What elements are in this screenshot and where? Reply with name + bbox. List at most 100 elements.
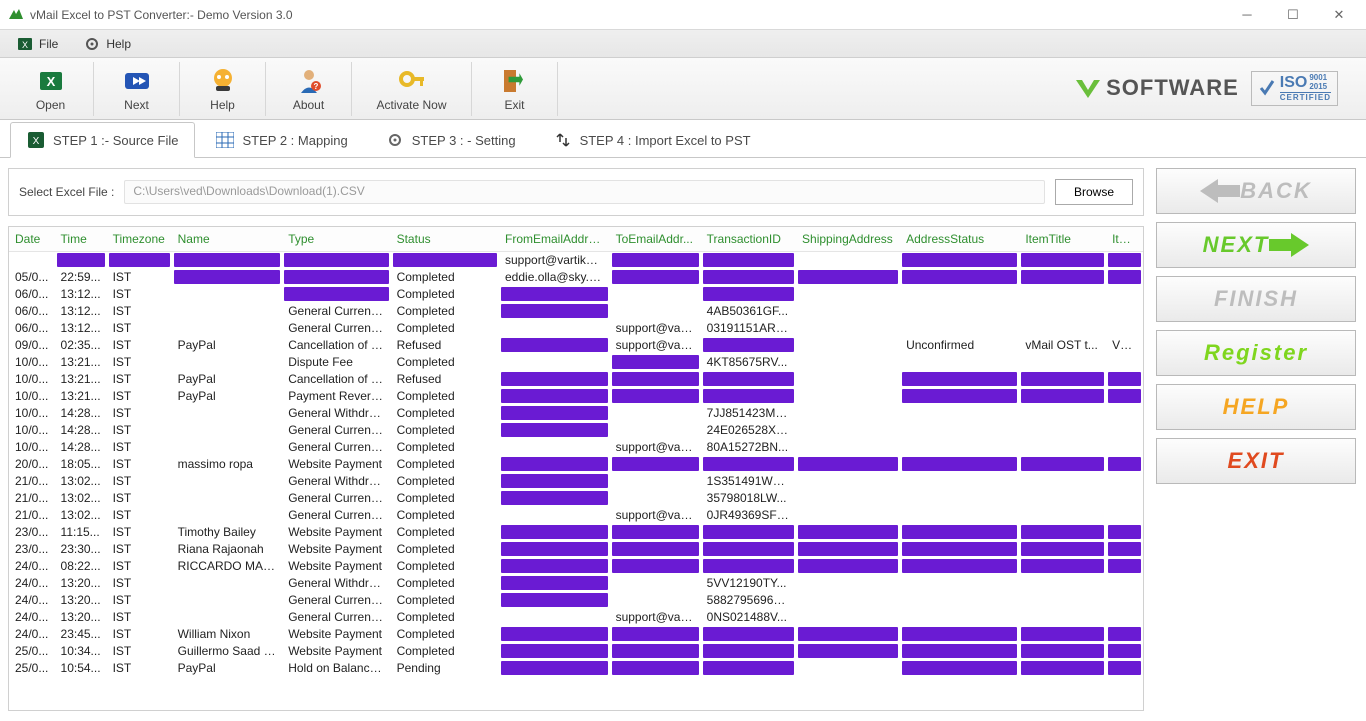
arrow-left-icon — [1200, 179, 1240, 203]
col-12[interactable]: ItemI — [1106, 227, 1143, 252]
table-row[interactable]: 25/0...10:54...ISTPayPalHold on Balance … — [9, 660, 1143, 677]
cell: Completed — [391, 439, 499, 456]
cell: gsaad@bcp.net — [499, 643, 610, 660]
table-row[interactable]: 25/0...10:34...ISTGuillermo Saad L...Web… — [9, 643, 1143, 660]
toolbar-next[interactable]: Next — [94, 62, 180, 116]
register-button[interactable]: Register — [1156, 330, 1356, 376]
finish-button[interactable]: FINISH — [1156, 276, 1356, 322]
minimize-button[interactable]: ─ — [1224, 0, 1270, 29]
table-row[interactable]: 21/0...13:02...ISTGeneral Currency...Com… — [9, 507, 1143, 524]
table-row[interactable]: 10/0...14:28...ISTGeneral Currency...Com… — [9, 439, 1143, 456]
cell: dkpeall@gmail.com — [499, 371, 610, 388]
toolbar-activate-label: Activate Now — [376, 98, 446, 112]
cell: 10/0... — [9, 388, 55, 405]
toolbar-help-label: Help — [210, 98, 235, 112]
toolbar-open[interactable]: X Open — [8, 62, 94, 116]
cell: Cancellation of H... — [282, 337, 390, 354]
col-1[interactable]: Time — [55, 227, 107, 252]
cell — [796, 592, 900, 609]
table-row[interactable]: 10/0...14:28...ISTGeneral Currency...Com… — [9, 422, 1143, 439]
toolbar-help[interactable]: Help — [180, 62, 266, 116]
table-row[interactable]: 10/0...14:28...ISTGeneral WithdrawalComp… — [9, 405, 1143, 422]
back-button[interactable]: BACK — [1156, 168, 1356, 214]
data-grid[interactable]: DateTimeTimezoneNameTypeStatusFromEmailA… — [8, 226, 1144, 711]
cell: 21/0... — [9, 507, 55, 524]
col-11[interactable]: ItemTitle — [1019, 227, 1106, 252]
cell: 03191151AR7... — [701, 320, 796, 337]
cell: General Currency... — [282, 592, 390, 609]
cell: Vartika Amaz... — [1019, 643, 1106, 660]
cell — [796, 354, 900, 371]
cell — [1106, 320, 1143, 337]
col-5[interactable]: Status — [391, 227, 499, 252]
cell: vMail OST t... — [1019, 337, 1106, 354]
cell: Website Payment — [282, 626, 390, 643]
menu-file[interactable]: X File — [6, 32, 69, 55]
exit-button[interactable]: EXIT — [1156, 438, 1356, 484]
next-button[interactable]: NEXT — [1156, 222, 1356, 268]
table-row[interactable]: 20/0...18:05...ISTmassimo ropaWebsite Pa… — [9, 456, 1143, 473]
cell: IST — [107, 388, 172, 405]
cell: 10/0... — [9, 405, 55, 422]
cell — [796, 371, 900, 388]
cell: Completed — [391, 626, 499, 643]
help-button[interactable]: HELP — [1156, 384, 1356, 430]
tab-step3[interactable]: STEP 3 : - Setting — [369, 122, 533, 157]
cell — [1019, 592, 1106, 609]
cell: Eddie Olla — [172, 269, 283, 286]
table-row[interactable]: 06/0...13:12...ISTGeneral WithdrawalComp… — [9, 286, 1143, 303]
table-row[interactable]: 05/0...22:59...ISTEddie OllaWebsite Paym… — [9, 269, 1143, 286]
table-row[interactable]: 24/0...13:20...ISTGeneral Currency...Com… — [9, 592, 1143, 609]
col-8[interactable]: TransactionID — [701, 227, 796, 252]
col-0[interactable]: Date — [9, 227, 55, 252]
table-row[interactable]: 10/0...13:21...ISTPayPalCancellation of … — [9, 371, 1143, 388]
app-icon — [8, 7, 24, 23]
cell — [1106, 592, 1143, 609]
table-row[interactable]: 06/0...13:12...ISTGeneral Currency...Com… — [9, 320, 1143, 337]
cell: Vartika Amaz... — [1019, 660, 1106, 677]
table-row[interactable]: 02:35ISTPayPalHold on Balance ...Pending… — [9, 252, 1143, 269]
table-row[interactable]: 23/0...11:15...ISTTimothy BaileyWebsite … — [9, 524, 1143, 541]
table-row[interactable]: 06/0...13:12...ISTGeneral Currency...Com… — [9, 303, 1143, 320]
col-10[interactable]: AddressStatus — [900, 227, 1019, 252]
cell: General Withdrawal — [282, 473, 390, 490]
col-3[interactable]: Name — [172, 227, 283, 252]
close-button[interactable]: ✕ — [1316, 0, 1362, 29]
table-row[interactable]: 09/0...02:35...ISTPayPalCancellation of … — [9, 337, 1143, 354]
cell: VAR — [1106, 643, 1143, 660]
col-4[interactable]: Type — [282, 227, 390, 252]
cell: 13:21... — [55, 354, 107, 371]
cell: 24/0... — [9, 558, 55, 575]
table-row[interactable]: 24/0...13:20...ISTGeneral Currency...Com… — [9, 609, 1143, 626]
tab-step2[interactable]: STEP 2 : Mapping — [199, 122, 364, 157]
cell: 23/0... — [9, 524, 55, 541]
table-row[interactable]: 24/0...08:22...ISTRICCARDO MAR...Website… — [9, 558, 1143, 575]
toolbar-activate[interactable]: Activate Now — [352, 62, 472, 116]
cell — [9, 252, 55, 269]
table-row[interactable]: 24/0...23:45...ISTWilliam NixonWebsite P… — [9, 626, 1143, 643]
tab-step4[interactable]: STEP 4 : Import Excel to PST — [537, 122, 768, 157]
col-2[interactable]: Timezone — [107, 227, 172, 252]
cell: IST — [107, 609, 172, 626]
transfer-icon — [554, 131, 572, 149]
cell: General Currency... — [282, 303, 390, 320]
table-row[interactable]: 24/0...13:20...ISTGeneral WithdrawalComp… — [9, 575, 1143, 592]
col-7[interactable]: ToEmailAddr... — [610, 227, 701, 252]
table-row[interactable]: 10/0...13:21...ISTPayPalPayment Reversal… — [9, 388, 1143, 405]
tab-step1[interactable]: X STEP 1 :- Source File — [10, 122, 195, 158]
col-6[interactable]: FromEmailAddress — [499, 227, 610, 252]
toolbar-exit[interactable]: Exit — [472, 62, 558, 116]
table-row[interactable]: 10/0...13:21...ISTDispute FeeCompletedsu… — [9, 354, 1143, 371]
iso-big: ISO — [1280, 74, 1308, 92]
cell: Eddie Olla, 25 Be... — [796, 269, 900, 286]
browse-button[interactable]: Browse — [1055, 179, 1133, 205]
menu-help[interactable]: Help — [73, 32, 142, 55]
maximize-button[interactable]: ☐ — [1270, 0, 1316, 29]
cell: 5N857189F72... — [701, 643, 796, 660]
table-row[interactable]: 23/0...23:30...ISTRiana RajaonahWebsite … — [9, 541, 1143, 558]
toolbar-about[interactable]: ? About — [266, 62, 352, 116]
table-row[interactable]: 21/0...13:02...ISTGeneral WithdrawalComp… — [9, 473, 1143, 490]
col-9[interactable]: ShippingAddress — [796, 227, 900, 252]
table-row[interactable]: 21/0...13:02...ISTGeneral Currency...Com… — [9, 490, 1143, 507]
cell — [1019, 490, 1106, 507]
